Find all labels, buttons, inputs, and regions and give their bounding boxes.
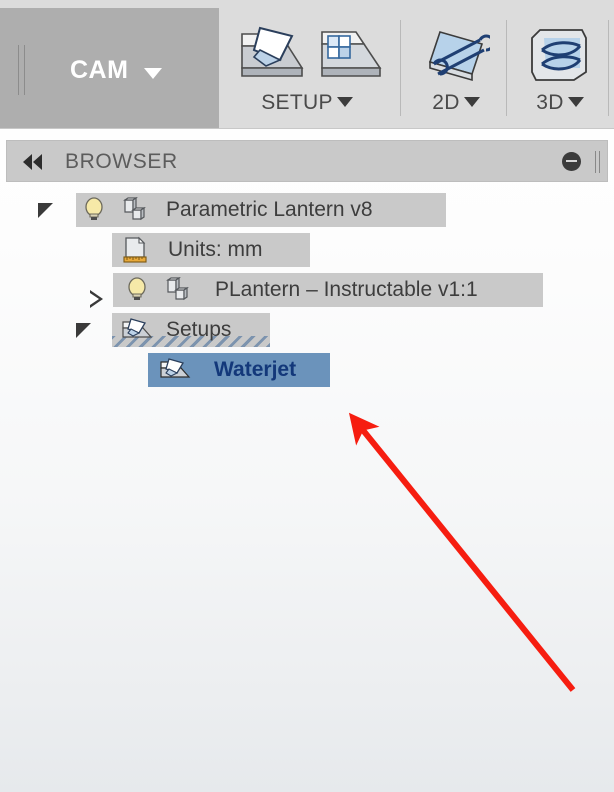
chevron-down-icon[interactable]: [144, 68, 162, 79]
ribbon-group-3d: 3D: [510, 8, 610, 128]
2d-toolpath-icon[interactable]: [424, 24, 495, 91]
browser-tree: Parametric Lantern v8 Units: mm PLantern…: [0, 190, 614, 390]
ribbon-separator: [608, 20, 609, 116]
tree-row-label: Parametric Lantern v8: [166, 198, 373, 221]
setup-folder-icon[interactable]: [158, 357, 192, 383]
lightbulb-icon[interactable]: [125, 277, 149, 303]
component-icon[interactable]: [163, 276, 191, 303]
tree-row[interactable]: PLantern – Instructable v1:1: [0, 270, 614, 310]
tree-row-band[interactable]: Setups: [112, 313, 270, 347]
lightbulb-icon[interactable]: [82, 197, 106, 223]
chevron-down-icon[interactable]: [463, 97, 480, 107]
tree-row-label: Units: mm: [168, 238, 263, 261]
tree-row-label: PLantern – Instructable v1:1: [215, 278, 478, 301]
2d-caption-label: 2D: [432, 91, 460, 114]
browser-title: BROWSER: [65, 150, 178, 173]
tree-row-band[interactable]: Parametric Lantern v8: [76, 193, 446, 227]
tree-row[interactable]: Waterjet: [0, 350, 614, 390]
ribbon-group-setup: SETUP: [222, 8, 392, 128]
ribbon-group-2d-caption[interactable]: 2D: [404, 91, 508, 115]
chevron-down-icon[interactable]: [567, 97, 584, 107]
grip-vertical-icon[interactable]: [18, 45, 27, 95]
tree-row[interactable]: Setups: [0, 310, 614, 350]
new-folder-icon[interactable]: [318, 24, 386, 91]
tree-row[interactable]: Units: mm: [0, 230, 614, 270]
ribbon-group-setup-caption[interactable]: SETUP: [222, 91, 392, 115]
double-left-arrow-icon[interactable]: [23, 154, 42, 170]
chevron-down-icon[interactable]: [336, 97, 353, 107]
ribbon-separator: [400, 20, 401, 116]
ribbon-group-3d-caption[interactable]: 3D: [510, 91, 610, 115]
tree-row-label: Setups: [166, 318, 232, 341]
collapse-triangle-icon[interactable]: [90, 290, 103, 308]
units-document-icon[interactable]: [122, 236, 148, 264]
component-icon[interactable]: [120, 196, 148, 223]
expand-triangle-icon[interactable]: [38, 203, 53, 218]
grip-vertical-icon[interactable]: [595, 151, 602, 173]
setup-caption-label: SETUP: [261, 91, 333, 114]
ribbon-group-2d: 2D: [404, 8, 508, 128]
cam-tab-label: CAM: [70, 56, 129, 84]
3d-toolpath-icon[interactable]: [528, 24, 590, 91]
browser-panel-header: BROWSER: [6, 140, 608, 182]
new-setup-icon[interactable]: [236, 24, 308, 91]
3d-caption-label: 3D: [536, 91, 564, 114]
expand-triangle-icon[interactable]: [76, 323, 91, 338]
tree-row-band[interactable]: PLantern – Instructable v1:1: [113, 273, 543, 307]
tree-row-band[interactable]: Units: mm: [112, 233, 310, 267]
ribbon-toolbar: CAM SETUP 2D 3D: [0, 0, 614, 129]
minus-circle-icon[interactable]: [562, 152, 581, 171]
ribbon-separator: [506, 20, 507, 116]
tree-row[interactable]: Parametric Lantern v8: [0, 190, 614, 230]
tree-row-label: Waterjet: [214, 358, 297, 381]
setup-folder-icon[interactable]: [120, 317, 154, 343]
tree-row-band-selected[interactable]: Waterjet: [148, 353, 330, 387]
fusion-cam-browser-screenshot: CAM SETUP 2D 3D BROWSER Parametric Lante…: [0, 0, 614, 792]
cam-workspace-tab[interactable]: CAM: [0, 8, 219, 128]
